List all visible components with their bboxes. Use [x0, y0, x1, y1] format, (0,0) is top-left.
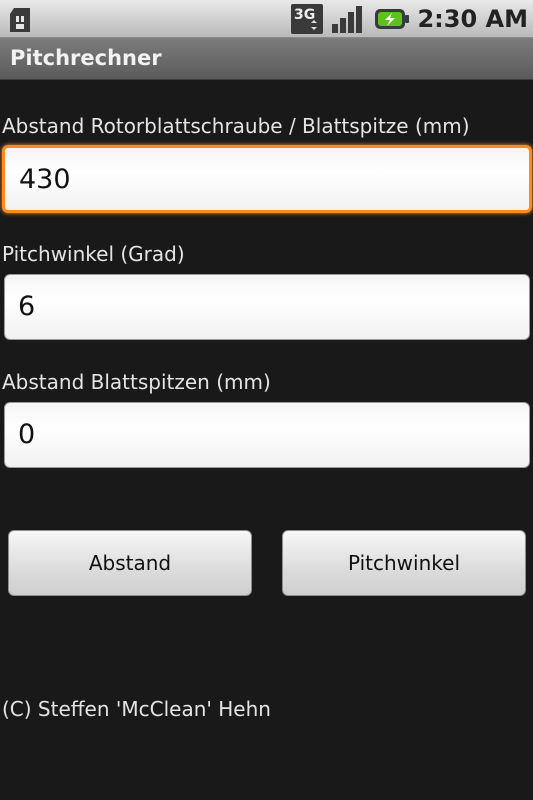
sd-card-icon	[10, 8, 30, 32]
label-pitch-angle: Pitchwinkel (Grad)	[2, 242, 185, 266]
title-bar: Pitchrechner	[0, 38, 533, 80]
label-tip-distance: Abstand Blattspitzen (mm)	[2, 370, 271, 394]
rotor-distance-input[interactable]: 430	[2, 145, 532, 213]
pitch-angle-input[interactable]: 6	[4, 274, 530, 340]
battery-charging-icon	[375, 9, 409, 29]
tip-distance-input[interactable]: 0	[4, 402, 530, 468]
svg-text:3G: 3G	[294, 7, 315, 23]
label-rotor-distance: Abstand Rotorblattschraube / Blattspitze…	[2, 114, 470, 138]
copyright-text: (C) Steffen 'McClean' Hehn	[2, 697, 271, 721]
calculate-distance-button[interactable]: Abstand	[8, 530, 252, 596]
signal-icon	[332, 6, 362, 33]
status-bar: 3G 2:30 AM	[0, 0, 533, 38]
status-clock: 2:30 AM	[417, 5, 528, 33]
app-title: Pitchrechner	[10, 46, 162, 70]
3g-data-icon: 3G	[291, 4, 323, 34]
calculate-pitch-button[interactable]: Pitchwinkel	[282, 530, 526, 596]
